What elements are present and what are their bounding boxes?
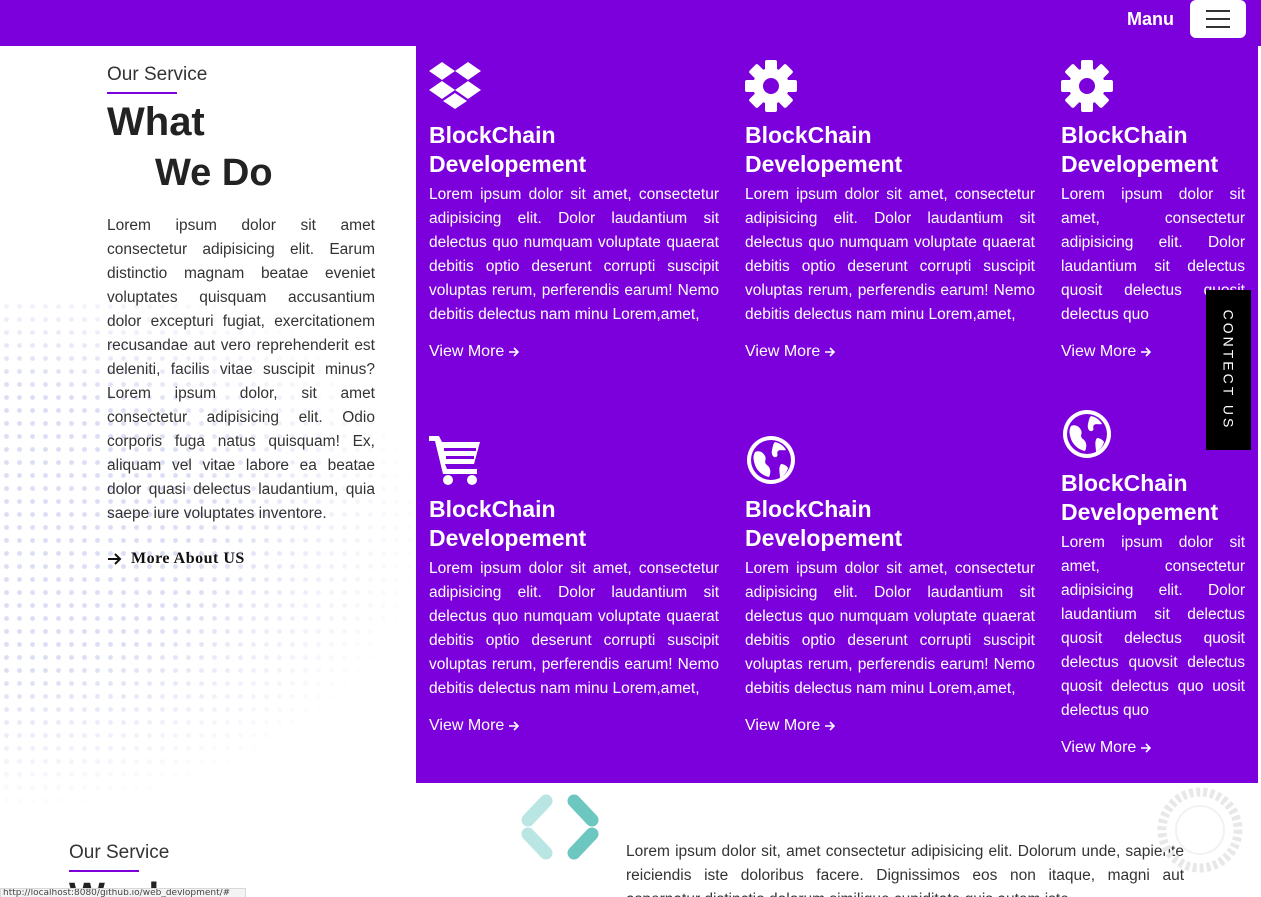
menu-label: Manu	[1127, 9, 1174, 29]
service-card: BlockChain Developement Lorem ipsum dolo…	[429, 60, 719, 361]
view-more-link[interactable]: View More	[429, 343, 719, 361]
section-eyebrow: Our Service	[107, 64, 208, 85]
hamburger-icon-bar	[1206, 10, 1230, 12]
gear-icon	[1061, 60, 1113, 112]
dropbox-icon	[429, 62, 481, 109]
view-more-label: View More	[1061, 343, 1137, 360]
hamburger-menu-button[interactable]	[1190, 0, 1246, 38]
arrow-right-icon	[825, 721, 836, 731]
browser-status-url: http://localhost:8080/github.io/web_devl…	[0, 888, 246, 897]
service-description: Lorem ipsum dolor sit amet, consectetur …	[429, 560, 719, 697]
services-panel: BlockChain Developement Lorem ipsum dolo…	[416, 46, 1258, 783]
service-card: BlockChain Developement Lorem ipsum dolo…	[429, 434, 719, 735]
arrow-right-icon	[825, 347, 836, 357]
service-title: BlockChain Developement	[1061, 470, 1219, 525]
service-title: BlockChain Developement	[429, 496, 587, 551]
arrow-right-icon	[509, 721, 520, 731]
service-title: BlockChain Developement	[745, 122, 903, 177]
view-more-link[interactable]: View More	[745, 717, 1035, 735]
gear-icon	[745, 60, 797, 112]
view-more-label: View More	[745, 343, 821, 360]
globe-icon	[1063, 410, 1111, 458]
view-more-link[interactable]: View More	[429, 717, 719, 735]
arrow-right-icon	[108, 553, 122, 565]
arrow-right-icon	[509, 347, 520, 357]
service-title: BlockChain Developement	[745, 496, 903, 551]
hamburger-icon-bar	[1206, 18, 1230, 20]
bottom-section-eyebrow: Our Service	[69, 842, 170, 863]
contact-us-tab[interactable]: CONTECT US	[1206, 290, 1251, 450]
view-more-label: View More	[429, 717, 505, 734]
intro-paragraph: Lorem ipsum dolor sit amet consectetur a…	[107, 217, 375, 522]
bottom-eyebrow-underline	[69, 870, 139, 872]
hamburger-icon-bar	[1206, 26, 1230, 28]
bottom-paragraph: Lorem ipsum dolor sit, amet consectetur …	[626, 843, 1184, 897]
cart-icon	[429, 436, 480, 485]
service-card: BlockChain Developement Lorem ipsum dolo…	[745, 60, 1035, 361]
more-about-us-label: More About US	[131, 550, 245, 567]
view-more-link[interactable]: View More	[1061, 739, 1245, 757]
eyebrow-underline	[107, 92, 177, 94]
intro-section: Our Service What We Do Lorem ipsum dolor…	[107, 64, 375, 568]
contact-us-label: CONTECT US	[1220, 309, 1237, 431]
view-more-link[interactable]: View More	[745, 343, 1035, 361]
service-description: Lorem ipsum dolor sit amet, consectetur …	[745, 186, 1035, 323]
more-about-us-link[interactable]: More About US	[107, 550, 375, 568]
service-description: Lorem ipsum dolor sit amet, consectetur …	[745, 560, 1035, 697]
rotating-badge-icon	[1157, 787, 1243, 873]
view-more-label: View More	[429, 343, 505, 360]
view-more-label: View More	[745, 717, 821, 734]
service-description: Lorem ipsum dolor sit amet, consectetur …	[429, 186, 719, 323]
diamond-logo-icon	[521, 794, 599, 860]
arrow-right-icon	[1141, 347, 1152, 357]
service-title: BlockChain Developement	[1061, 122, 1219, 177]
view-more-label: View More	[1061, 739, 1137, 756]
section-title-line2: We Do	[155, 152, 273, 194]
section-title-line1: What	[107, 100, 205, 144]
service-description: Lorem ipsum dolor sit amet, consectetur …	[1061, 534, 1245, 719]
service-title: BlockChain Developement	[429, 122, 587, 177]
globe-icon	[747, 436, 795, 484]
top-navbar: Manu	[0, 0, 1261, 46]
service-card: BlockChain Developement Lorem ipsum dolo…	[745, 434, 1035, 735]
service-card: BlockChain Developement Lorem ipsum dolo…	[1061, 408, 1245, 757]
arrow-right-icon	[1141, 743, 1152, 753]
